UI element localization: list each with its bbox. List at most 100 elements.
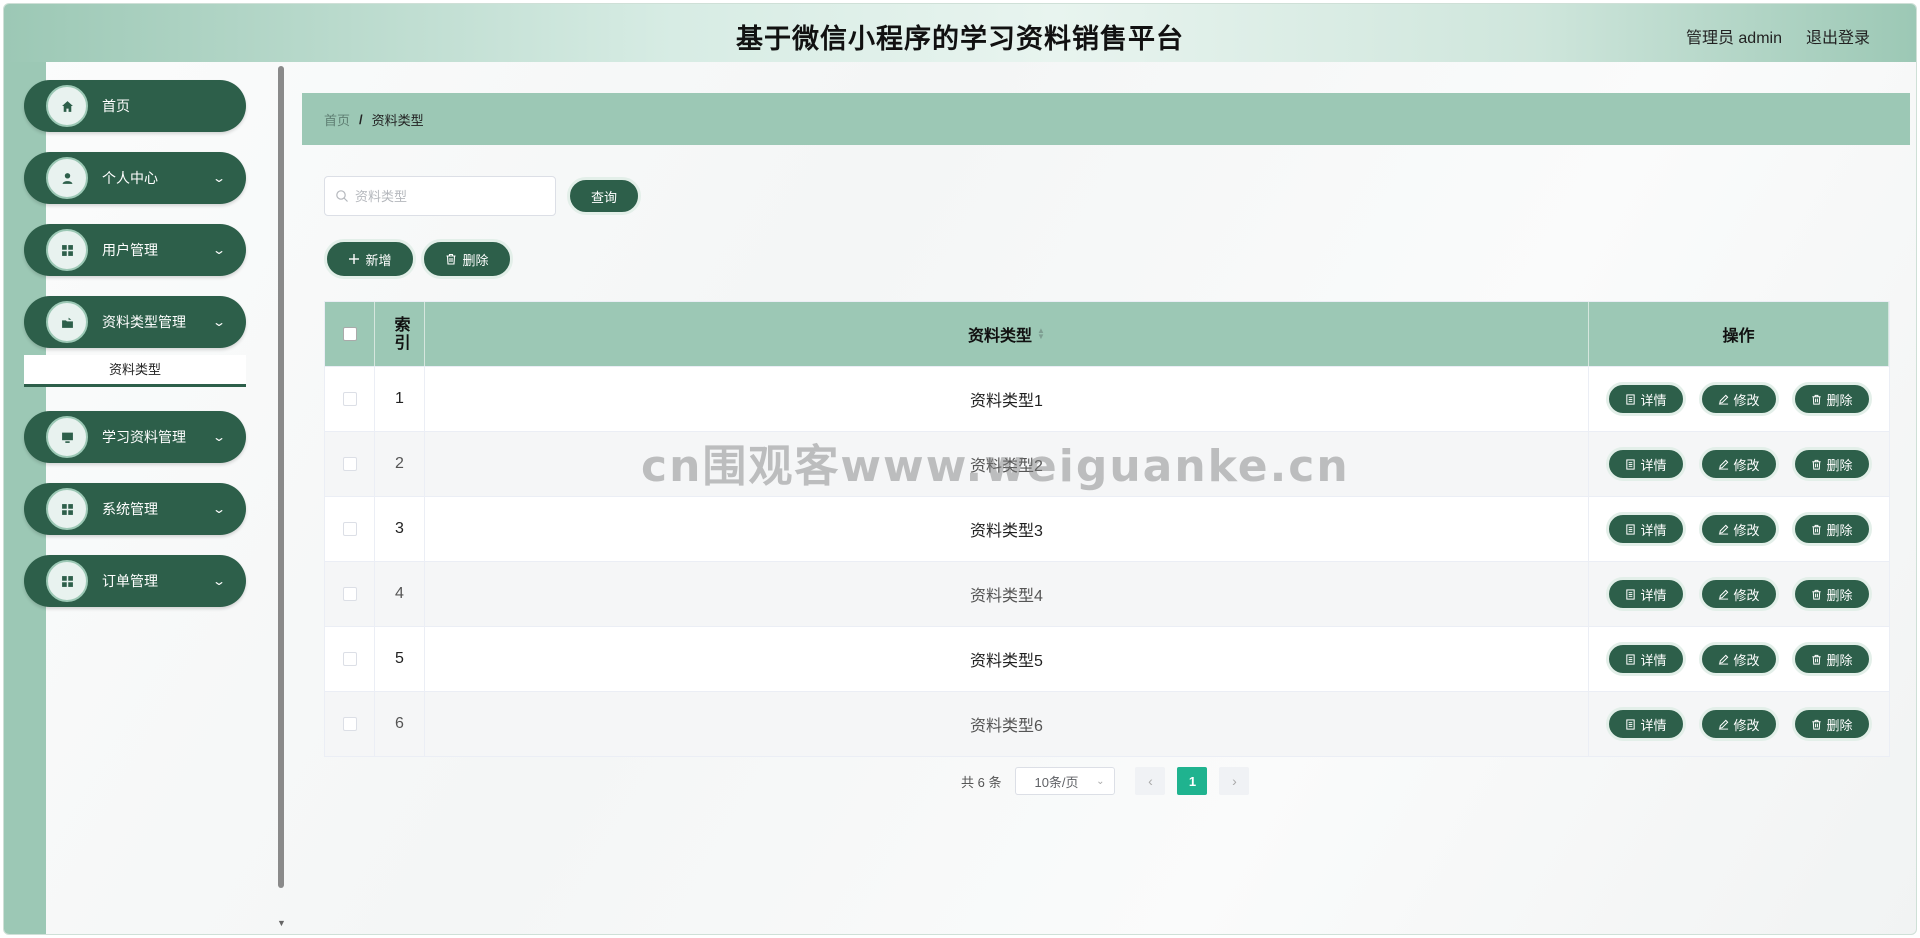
edit-button-label: 修改 bbox=[1733, 587, 1760, 603]
edit-button[interactable]: 修改 bbox=[1699, 642, 1779, 676]
edit-button[interactable]: 修改 bbox=[1699, 382, 1779, 416]
document-icon bbox=[1625, 393, 1636, 405]
scroll-down-arrow-icon[interactable]: ▼ bbox=[277, 918, 286, 928]
document-icon bbox=[1625, 458, 1636, 470]
row-checkbox[interactable] bbox=[342, 392, 357, 406]
sort-caret-icon[interactable]: ▲ ▼ bbox=[1037, 327, 1045, 341]
edit-button[interactable]: 修改 bbox=[1699, 707, 1779, 741]
query-button[interactable]: 查询 bbox=[567, 177, 641, 215]
edit-icon bbox=[1718, 459, 1729, 470]
user-area: 管理员 admin 退出登录 bbox=[1686, 24, 1870, 48]
delete-button[interactable]: 删除 bbox=[1792, 382, 1872, 416]
row-type: 资料类型4 bbox=[425, 562, 1589, 626]
table-row[interactable]: 4 资料类型4 详情 修改 删除 bbox=[325, 561, 1889, 626]
app-frame: 基于微信小程序的学习资料销售平台 管理员 admin 退出登录 首页 个人中心 … bbox=[3, 3, 1917, 935]
next-page-button[interactable]: › bbox=[1219, 767, 1250, 795]
admin-user-label[interactable]: 管理员 admin bbox=[1686, 24, 1782, 48]
sidebar-item-label: 首页 bbox=[102, 98, 130, 114]
delete-button-label: 删除 bbox=[1826, 522, 1853, 538]
row-actions: 详情 修改 删除 bbox=[1589, 627, 1889, 691]
detail-button[interactable]: 详情 bbox=[1606, 382, 1686, 416]
row-type: 资料类型2 bbox=[425, 432, 1589, 496]
chevron-down-icon: ⌄ bbox=[211, 243, 227, 257]
edit-button-label: 修改 bbox=[1733, 392, 1760, 408]
delete-button[interactable]: 删除 bbox=[1792, 577, 1872, 611]
page-number-current[interactable]: 1 bbox=[1177, 767, 1208, 795]
row-checkbox[interactable] bbox=[342, 457, 357, 471]
table-row[interactable]: 1 资料类型1 详情 修改 删除 bbox=[325, 366, 1889, 431]
chevron-down-icon: ⌄ bbox=[1096, 775, 1105, 787]
trash-icon bbox=[1811, 459, 1822, 470]
delete-button[interactable]: 删除 bbox=[1792, 447, 1872, 481]
table-row[interactable]: 5 资料类型5 详情 修改 删除 bbox=[325, 626, 1889, 691]
submenu-material-type[interactable]: 资料类型 bbox=[24, 355, 246, 387]
row-type: 资料类型3 bbox=[425, 497, 1589, 561]
batch-delete-label: 删除 bbox=[462, 252, 489, 268]
row-index: 5 bbox=[375, 627, 425, 691]
detail-button[interactable]: 详情 bbox=[1606, 512, 1686, 546]
add-button[interactable]: 新增 bbox=[324, 239, 416, 279]
detail-button[interactable]: 详情 bbox=[1606, 707, 1686, 741]
row-checkbox-cell bbox=[325, 367, 375, 431]
edit-button[interactable]: 修改 bbox=[1699, 447, 1779, 481]
table-row[interactable]: 6 资料类型6 详情 修改 删除 bbox=[325, 691, 1889, 756]
query-button-label: 查询 bbox=[590, 189, 617, 205]
header-type[interactable]: 资料类型 ▲ ▼ bbox=[425, 302, 1589, 366]
pagination-total: 共 6 条 bbox=[961, 774, 1002, 790]
delete-button-label: 删除 bbox=[1826, 652, 1853, 668]
batch-delete-button[interactable]: 删除 bbox=[421, 239, 513, 279]
row-type: 资料类型1 bbox=[425, 367, 1589, 431]
row-checkbox-cell bbox=[325, 497, 375, 561]
detail-button[interactable]: 详情 bbox=[1606, 447, 1686, 481]
table-row[interactable]: 3 资料类型3 详情 修改 删除 bbox=[325, 496, 1889, 561]
sidebar-item-users[interactable]: 用户管理 ⌄ bbox=[24, 224, 246, 276]
sidebar-scrollbar[interactable] bbox=[278, 66, 284, 888]
chevron-down-icon: ⌄ bbox=[211, 430, 227, 444]
delete-button-label: 删除 bbox=[1826, 392, 1853, 408]
sidebar-item-label: 学习资料管理 bbox=[102, 429, 186, 445]
detail-button-label: 详情 bbox=[1640, 522, 1667, 538]
sidebar-item-label: 系统管理 bbox=[102, 501, 158, 517]
row-checkbox[interactable] bbox=[342, 652, 357, 666]
delete-button[interactable]: 删除 bbox=[1792, 512, 1872, 546]
sidebar-item-home[interactable]: 首页 bbox=[24, 80, 246, 132]
detail-button-label: 详情 bbox=[1640, 717, 1667, 733]
logout-link[interactable]: 退出登录 bbox=[1806, 24, 1870, 48]
table-row[interactable]: 2 资料类型2 详情 修改 删除 bbox=[325, 431, 1889, 496]
chevron-down-icon: ⌄ bbox=[211, 171, 227, 185]
page-size-value: 10条/页 bbox=[1034, 774, 1079, 790]
detail-button[interactable]: 详情 bbox=[1606, 642, 1686, 676]
page-size-select[interactable]: 10条/页 ⌄ bbox=[1015, 767, 1116, 795]
detail-button-label: 详情 bbox=[1640, 652, 1667, 668]
sidebar: 首页 个人中心 ⌄ 用户管理 ⌄ 资料类型管理 ⌄ 资料类型 学习资料管理 ⌄ … bbox=[24, 62, 249, 934]
search-field[interactable] bbox=[324, 176, 556, 216]
row-index: 6 bbox=[375, 692, 425, 756]
sidebar-item-study-material-mgmt[interactable]: 学习资料管理 ⌄ bbox=[24, 411, 246, 463]
sidebar-item-order-mgmt[interactable]: 订单管理 ⌄ bbox=[24, 555, 246, 607]
detail-button[interactable]: 详情 bbox=[1606, 577, 1686, 611]
detail-button-label: 详情 bbox=[1640, 392, 1667, 408]
delete-button[interactable]: 删除 bbox=[1792, 707, 1872, 741]
row-checkbox[interactable] bbox=[342, 522, 357, 536]
table-header: 索引 资料类型 ▲ ▼ 操作 bbox=[325, 302, 1889, 366]
sidebar-item-system-mgmt[interactable]: 系统管理 ⌄ bbox=[24, 483, 246, 535]
sidebar-item-profile[interactable]: 个人中心 ⌄ bbox=[24, 152, 246, 204]
search-icon bbox=[336, 190, 348, 202]
edit-button[interactable]: 修改 bbox=[1699, 577, 1779, 611]
document-icon bbox=[1625, 588, 1636, 600]
row-checkbox[interactable] bbox=[342, 717, 357, 731]
row-index: 4 bbox=[375, 562, 425, 626]
search-input[interactable] bbox=[355, 188, 545, 204]
delete-button[interactable]: 删除 bbox=[1792, 642, 1872, 676]
breadcrumb-home[interactable]: 首页 bbox=[324, 110, 350, 129]
edit-icon bbox=[1718, 589, 1729, 600]
edit-button[interactable]: 修改 bbox=[1699, 512, 1779, 546]
row-checkbox[interactable] bbox=[342, 587, 357, 601]
delete-button-label: 删除 bbox=[1826, 587, 1853, 603]
sidebar-item-material-type-mgmt[interactable]: 资料类型管理 ⌄ bbox=[24, 296, 246, 348]
sidebar-item-label: 资料类型管理 bbox=[102, 314, 186, 330]
user-icon bbox=[46, 157, 88, 199]
select-all-checkbox[interactable] bbox=[342, 327, 357, 341]
trash-icon bbox=[1811, 654, 1822, 665]
prev-page-button[interactable]: ‹ bbox=[1135, 767, 1166, 795]
